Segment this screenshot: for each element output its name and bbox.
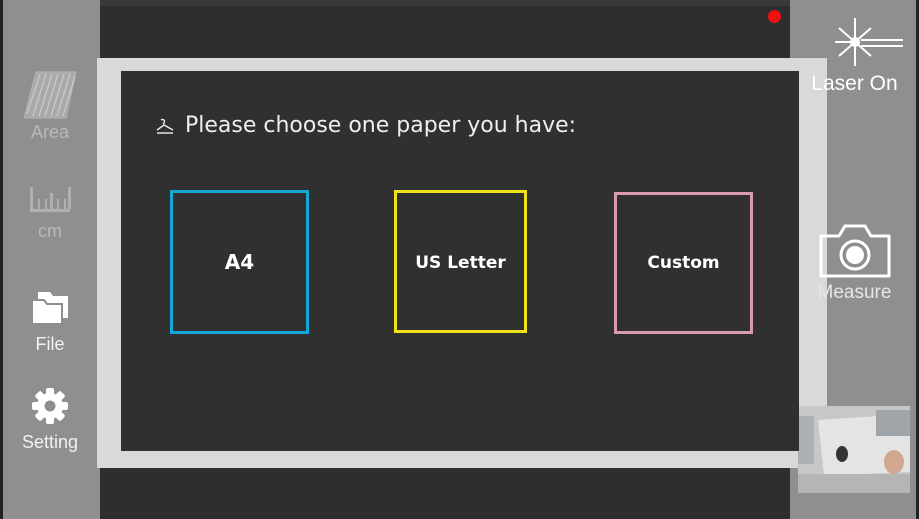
laser-toggle[interactable]: Laser On [790,12,919,96]
dialog-title: Please choose one paper you have: [155,113,576,138]
laser-icon [834,18,903,66]
unit-tool[interactable]: cm [0,185,100,242]
setting-tool[interactable]: Setting [0,386,100,453]
gear-icon [32,388,68,424]
setting-label: Setting [21,432,79,452]
camera-icon [819,224,890,278]
measure-label: Measure [817,282,892,303]
paper-option-custom[interactable]: Custom [614,192,753,334]
area-icon [23,71,77,119]
option-label: Custom [647,253,720,273]
top-strip [100,0,790,6]
paper-option-us-letter[interactable]: US Letter [394,190,527,333]
measure-button[interactable]: Measure [790,222,919,304]
ruler-icon [30,187,71,212]
camera-thumbnail[interactable] [798,406,910,493]
dialog-title-text: Please choose one paper you have: [185,113,577,138]
option-label: A4 [224,250,255,274]
laser-label: Laser On [811,72,898,95]
unit-label: cm [38,221,62,241]
paper-option-a4[interactable]: A4 [170,190,309,334]
recording-indicator [768,10,781,23]
file-label: File [35,334,65,354]
area-tool[interactable]: Area [0,70,100,143]
file-tool[interactable]: File [0,290,100,355]
area-label: Area [30,122,70,142]
option-label: US Letter [415,253,506,273]
folder-icon [31,292,68,325]
thumbnail-image [798,406,910,493]
paper-dialog: Please choose one paper you have: A4 US … [121,71,799,451]
paper-icon [156,118,174,134]
